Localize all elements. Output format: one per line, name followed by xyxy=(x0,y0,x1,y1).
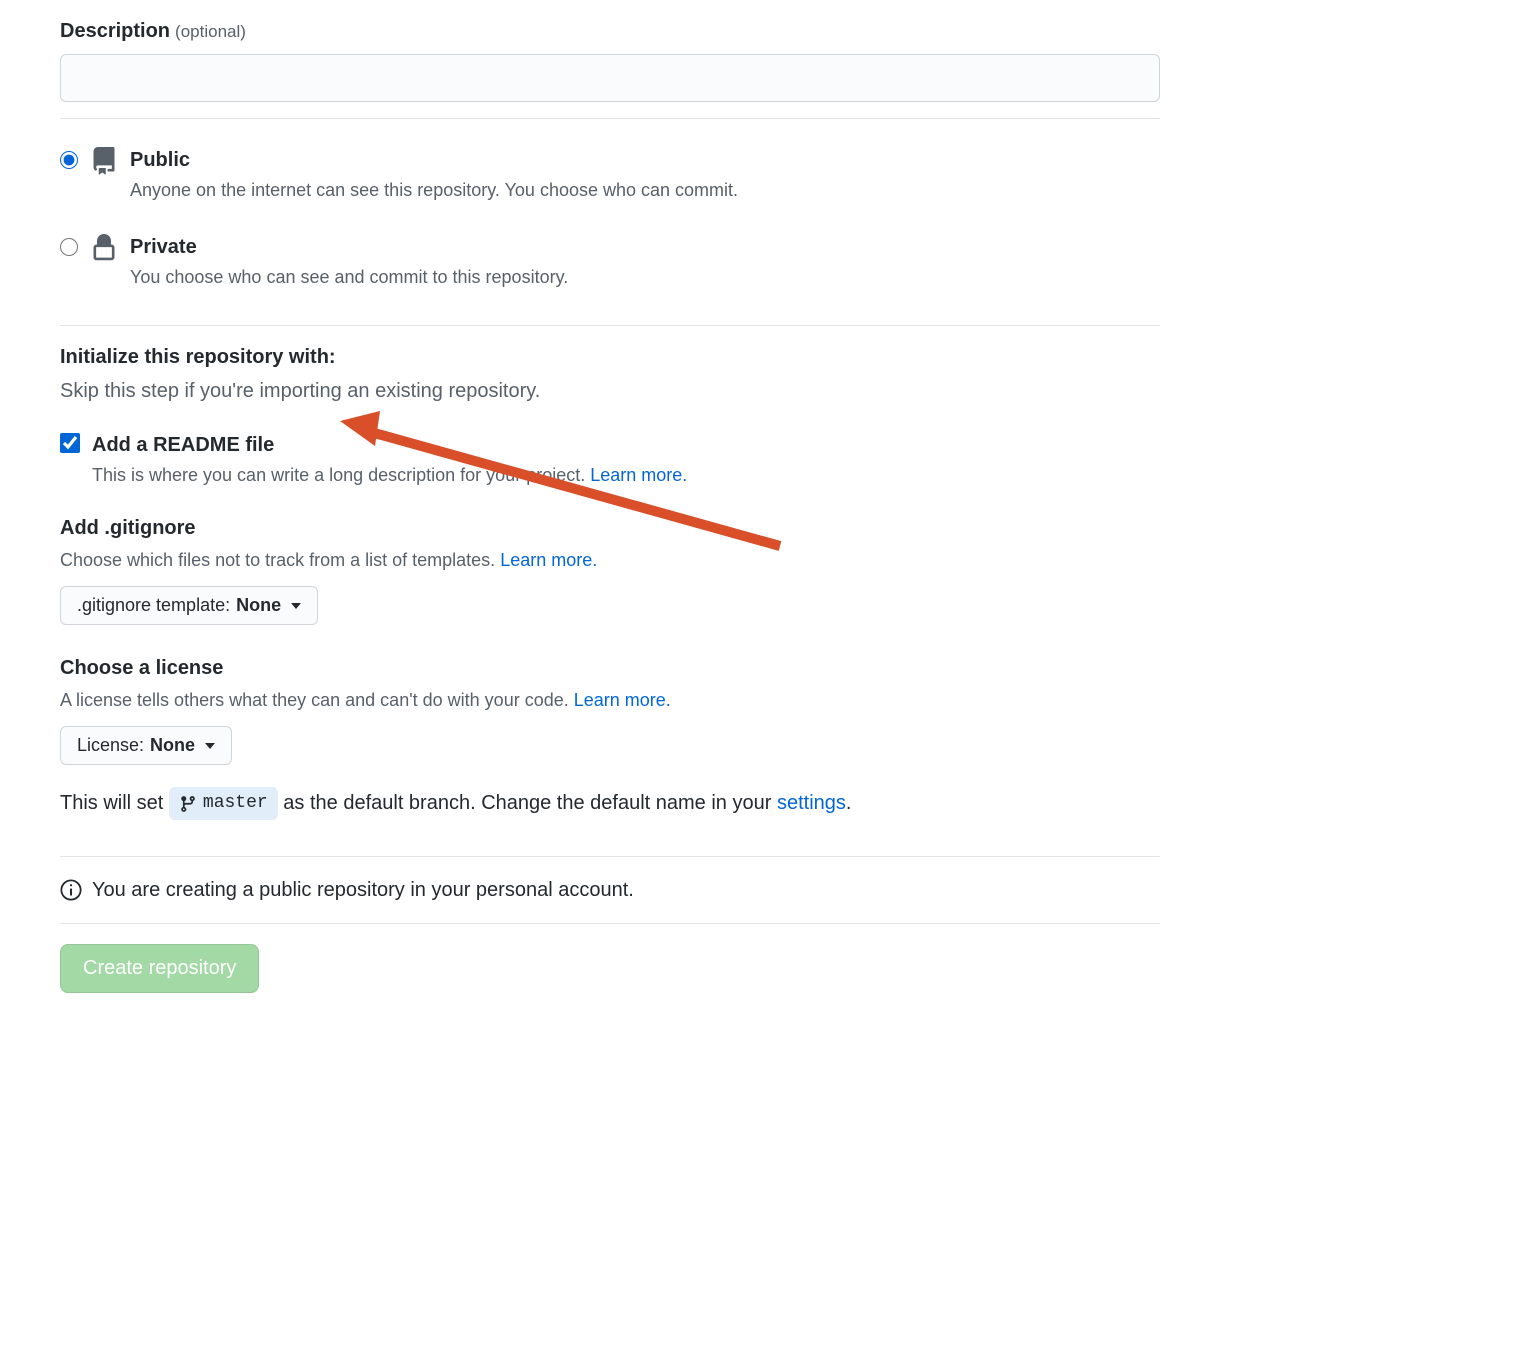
branch-note-suffix: . xyxy=(846,792,852,814)
initialize-section: Initialize this repository with: Skip th… xyxy=(60,326,1160,856)
visibility-section: Public Anyone on the internet can see th… xyxy=(60,119,1160,325)
description-optional: (optional) xyxy=(175,22,246,41)
private-desc: You choose who can see and commit to thi… xyxy=(130,264,568,291)
gitignore-learn-more-link[interactable]: Learn more. xyxy=(500,550,597,570)
initialize-sub: Skip this step if you're importing an ex… xyxy=(60,376,1160,406)
chevron-down-icon xyxy=(291,603,301,609)
license-select-prefix: License: xyxy=(77,735,144,756)
visibility-private-row[interactable]: Private You choose who can see and commi… xyxy=(60,222,1160,309)
gitignore-select-value: None xyxy=(236,595,281,616)
public-desc: Anyone on the internet can see this repo… xyxy=(130,177,738,204)
branch-note-prefix: This will set xyxy=(60,792,169,814)
description-input[interactable] xyxy=(60,54,1160,102)
license-heading: Choose a license xyxy=(60,653,1160,683)
initialize-heading: Initialize this repository with: xyxy=(60,342,1160,372)
info-row: You are creating a public repository in … xyxy=(60,857,1160,923)
gitignore-heading: Add .gitignore xyxy=(60,513,1160,543)
license-desc: A license tells others what they can and… xyxy=(60,687,1160,714)
branch-note-mid: as the default branch. Change the defaul… xyxy=(283,792,777,814)
git-branch-icon xyxy=(179,795,197,813)
lock-icon xyxy=(90,234,118,262)
divider xyxy=(60,923,1160,924)
create-repository-button[interactable]: Create repository xyxy=(60,944,259,993)
readme-row[interactable]: Add a README file This is where you can … xyxy=(60,430,1160,489)
readme-desc: This is where you can write a long descr… xyxy=(92,462,687,489)
gitignore-select-prefix: .gitignore template: xyxy=(77,595,230,616)
settings-link[interactable]: settings xyxy=(777,792,846,814)
readme-desc-text: This is where you can write a long descr… xyxy=(92,465,590,485)
license-select[interactable]: License: None xyxy=(60,726,232,765)
license-select-value: None xyxy=(150,735,195,756)
readme-title: Add a README file xyxy=(92,430,687,460)
private-radio[interactable] xyxy=(60,238,78,256)
gitignore-select[interactable]: .gitignore template: None xyxy=(60,586,318,625)
license-learn-more-link[interactable]: Learn more. xyxy=(574,690,671,710)
info-icon xyxy=(60,879,82,901)
visibility-public-row[interactable]: Public Anyone on the internet can see th… xyxy=(60,135,1160,222)
description-section: Description (optional) xyxy=(60,0,1160,118)
gitignore-desc-text: Choose which files not to track from a l… xyxy=(60,550,500,570)
branch-badge: master xyxy=(169,787,278,820)
readme-checkbox[interactable] xyxy=(60,433,80,453)
branch-note: This will set master as the default bran… xyxy=(60,775,1160,840)
readme-learn-more-link[interactable]: Learn more. xyxy=(590,465,687,485)
public-radio[interactable] xyxy=(60,151,78,169)
repo-icon xyxy=(90,147,118,175)
branch-name: master xyxy=(203,790,268,817)
chevron-down-icon xyxy=(205,743,215,749)
license-desc-text: A license tells others what they can and… xyxy=(60,690,574,710)
private-title: Private xyxy=(130,232,568,262)
info-text: You are creating a public repository in … xyxy=(92,875,634,905)
description-label: Description xyxy=(60,20,170,42)
public-title: Public xyxy=(130,145,738,175)
gitignore-desc: Choose which files not to track from a l… xyxy=(60,547,1160,574)
